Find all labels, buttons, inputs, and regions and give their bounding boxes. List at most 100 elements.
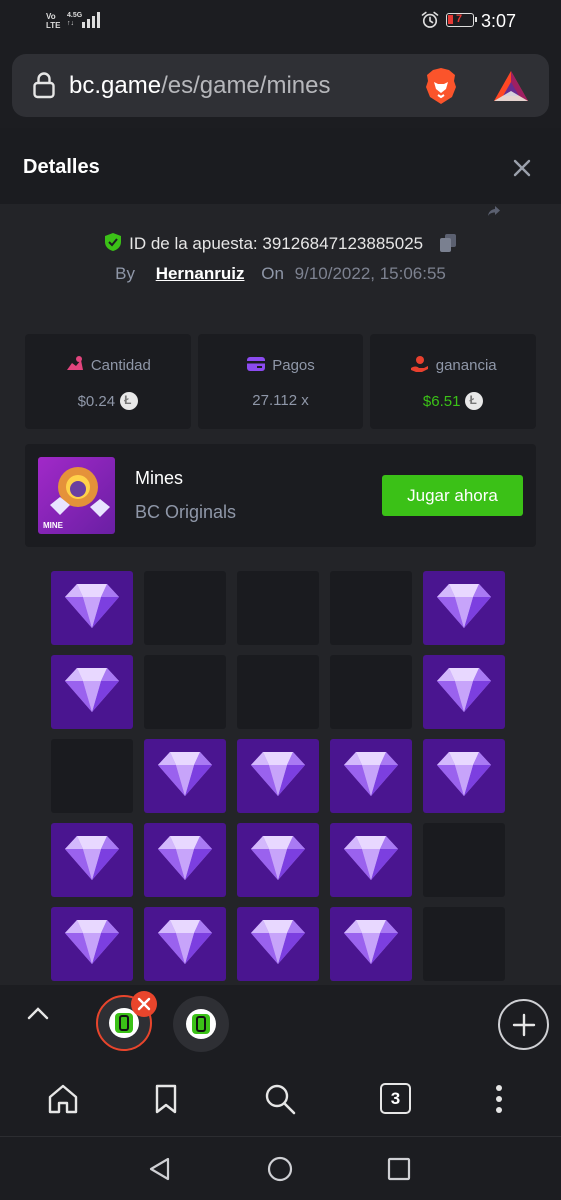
tile-empty	[237, 571, 319, 645]
gem-icon	[65, 584, 119, 628]
tile-gem	[237, 739, 319, 813]
network-label: Vo LTE	[46, 12, 61, 30]
gem-icon	[251, 920, 305, 964]
search-icon[interactable]	[264, 1083, 296, 1115]
profit-hand-icon	[410, 356, 428, 372]
tile-gem	[144, 907, 226, 981]
gem-icon	[437, 584, 491, 628]
tile-gem	[330, 907, 412, 981]
tile-gem	[330, 823, 412, 897]
stat-amount: Cantidad $0.24	[25, 334, 191, 429]
gem-icon	[251, 836, 305, 880]
back-icon[interactable]	[147, 1156, 173, 1182]
stat-profit: ganancia $6.51	[370, 334, 537, 429]
home-nav-icon[interactable]	[267, 1156, 293, 1182]
gem-icon	[65, 836, 119, 880]
game-card: MINE Mines BC Originals Jugar ahora	[25, 444, 536, 547]
tile-empty	[423, 823, 505, 897]
tile-gem	[237, 907, 319, 981]
bet-author-row: By Hernanruiz On 9/10/2022, 15:06:55	[0, 264, 561, 284]
bet-stats: Cantidad $0.24 Pagos 27.112 x ganancia	[25, 334, 537, 429]
stat-payout: Pagos 27.112 x	[197, 334, 364, 429]
tile-gem	[330, 739, 412, 813]
bet-id-label: ID de la apuesta:	[129, 234, 258, 253]
gem-icon	[344, 752, 398, 796]
tile-gem	[423, 571, 505, 645]
gem-icon	[344, 836, 398, 880]
system-nav-bar	[0, 1136, 561, 1200]
payout-card-icon	[247, 357, 266, 371]
tile-empty	[423, 907, 505, 981]
gem-icon	[437, 752, 491, 796]
gem-icon	[65, 668, 119, 712]
gem-icon	[158, 836, 212, 880]
tile-gem	[237, 823, 319, 897]
more-icon[interactable]	[483, 1083, 515, 1115]
bet-id-value: 39126847123885025	[262, 234, 424, 253]
gem-icon	[65, 920, 119, 964]
gem-icon	[251, 752, 305, 796]
bet-datetime: 9/10/2022, 15:06:55	[294, 264, 446, 283]
on-label: On	[261, 264, 284, 283]
details-title: Detalles	[23, 156, 100, 178]
amount-value: $0.24	[25, 392, 191, 410]
by-label: By	[115, 264, 135, 283]
tabs-icon[interactable]: 3	[380, 1083, 411, 1114]
bookmark-icon[interactable]	[150, 1083, 182, 1115]
browser-toolbar: 3	[0, 1063, 561, 1136]
tile-gem	[51, 571, 133, 645]
battery-level: 7	[456, 13, 463, 25]
game-name: Mines	[135, 468, 184, 488]
new-tab-button[interactable]	[498, 999, 549, 1050]
tile-gem	[423, 655, 505, 729]
tab-strip	[0, 985, 561, 1063]
bet-details-page: Detalles ID de la apuesta: 3912684712388…	[0, 128, 561, 985]
play-now-button[interactable]: Jugar ahora	[382, 475, 523, 516]
tile-empty	[237, 655, 319, 729]
gem-icon	[437, 668, 491, 712]
tile-empty	[144, 655, 226, 729]
profit-value: $6.51	[370, 392, 536, 410]
close-icon	[137, 997, 151, 1011]
bat-rewards-icon[interactable]	[492, 69, 530, 103]
share-icon[interactable]	[480, 204, 508, 218]
username-link[interactable]: Hernanruiz	[156, 264, 245, 283]
mines-board	[51, 571, 507, 981]
chevron-up-icon[interactable]	[26, 1001, 50, 1025]
recents-icon[interactable]	[386, 1156, 412, 1182]
litecoin-icon	[465, 392, 484, 410]
tile-gem	[423, 739, 505, 813]
game-provider: BC Originals	[135, 502, 237, 522]
url-text[interactable]: bc.game/es/game/mines	[69, 72, 330, 100]
details-header: Detalles	[0, 128, 561, 204]
tile-empty	[330, 655, 412, 729]
litecoin-icon	[120, 392, 139, 410]
home-icon[interactable]	[47, 1083, 79, 1115]
close-icon[interactable]	[510, 156, 534, 180]
tab-bcgame[interactable]	[173, 996, 229, 1052]
tile-gem	[51, 655, 133, 729]
tile-gem	[144, 823, 226, 897]
bcgame-favicon	[186, 1009, 216, 1039]
address-bar[interactable]: bc.game/es/game/mines	[12, 54, 549, 117]
tile-empty	[330, 571, 412, 645]
status-bar: Vo LTE 4.5G ↑↓ 7 3:07	[0, 0, 561, 44]
plus-icon	[512, 1013, 536, 1037]
lock-icon[interactable]	[32, 71, 56, 99]
gem-icon	[158, 752, 212, 796]
signal-icon	[82, 12, 100, 28]
brave-lion-icon[interactable]	[424, 67, 458, 105]
clock: 3:07	[481, 11, 517, 31]
tile-gem	[144, 739, 226, 813]
tile-empty	[51, 739, 133, 813]
bet-id-row: ID de la apuesta: 39126847123885025	[0, 232, 561, 254]
verified-shield-icon	[105, 233, 122, 251]
copy-icon[interactable]	[438, 233, 458, 253]
tile-gem	[51, 907, 133, 981]
battery-icon: 7	[446, 13, 477, 27]
close-tab-button[interactable]	[131, 991, 157, 1017]
mines-thumbnail[interactable]: MINE	[38, 457, 115, 534]
alarm-icon	[421, 11, 439, 28]
tile-gem	[51, 823, 133, 897]
tile-empty	[144, 571, 226, 645]
